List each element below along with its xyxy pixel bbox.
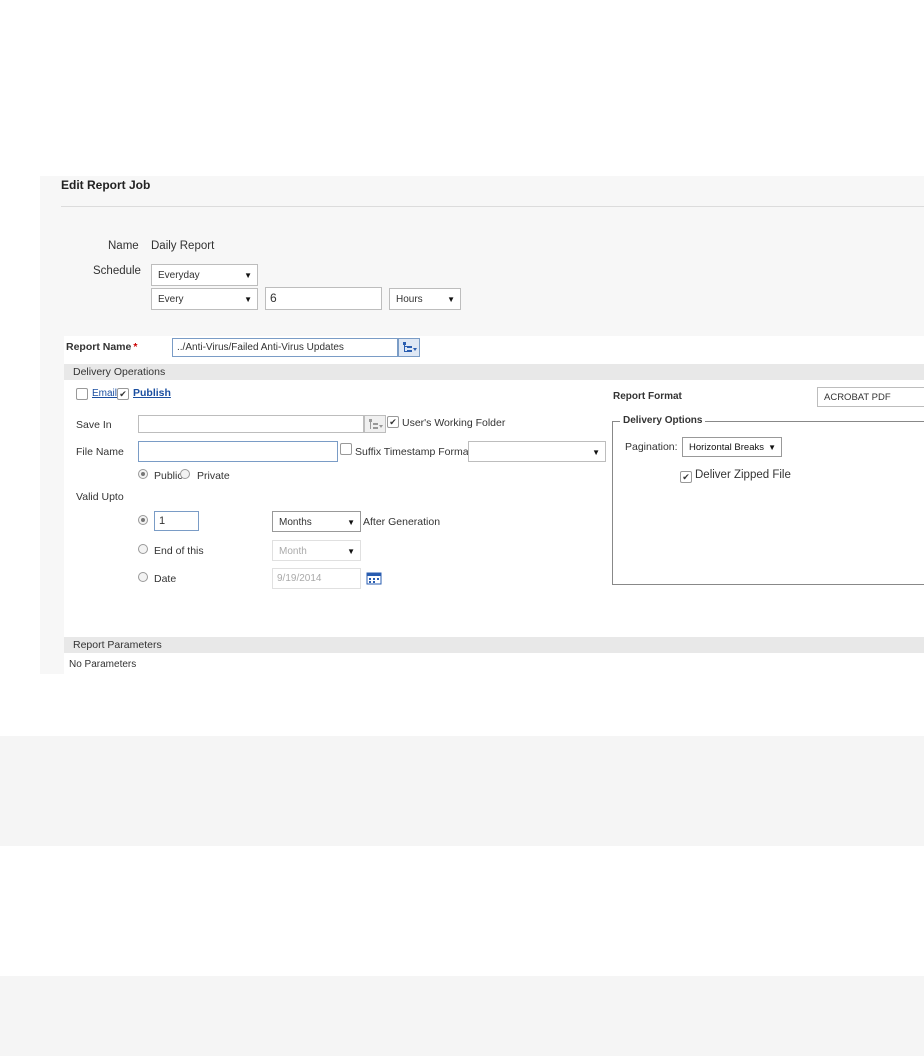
calendar-button[interactable] (366, 572, 382, 585)
public-radio[interactable] (138, 469, 148, 479)
check-icon: ✔ (119, 389, 127, 399)
report-path-input[interactable]: ../Anti-Virus/Failed Anti-Virus Updates (172, 338, 398, 357)
date-input[interactable]: 9/19/2014 (272, 568, 361, 589)
delivery-options-title: Delivery Options (620, 415, 706, 426)
dropdown-arrow-icon: ▼ (447, 295, 455, 304)
pagination-select[interactable]: Horizontal Breaks ▼ (682, 437, 782, 457)
report-browse-button[interactable] (398, 338, 420, 357)
report-parameters-header: Report Parameters (64, 637, 924, 653)
schedule-count-input[interactable]: 6 (265, 287, 382, 310)
deliver-zipped-label: Deliver Zipped File (695, 469, 791, 481)
schedule-every-select[interactable]: Every ▼ (151, 288, 258, 310)
private-radio[interactable] (180, 469, 190, 479)
report-format-value: ACROBAT PDF (824, 392, 891, 403)
delivery-operations-header: Delivery Operations (64, 364, 924, 380)
private-label: Private (197, 470, 230, 482)
deliver-zipped-checkbox[interactable]: ✔ (680, 471, 692, 483)
date-value: 9/19/2014 (277, 573, 322, 584)
save-in-label: Save In (76, 419, 112, 431)
email-checkbox[interactable] (76, 388, 88, 400)
suffix-timestamp-label: Suffix Timestamp Format (355, 446, 472, 458)
schedule-unit-select[interactable]: Hours ▼ (389, 288, 461, 310)
date-label: Date (154, 573, 177, 585)
dropdown-arrow-icon: ▼ (592, 448, 600, 457)
valid-unit-value: Months (279, 517, 312, 528)
publish-link[interactable]: Publish (133, 387, 171, 399)
pagination-value: Horizontal Breaks (689, 442, 764, 453)
schedule-count-value: 6 (270, 291, 277, 305)
end-of-this-label: End of this (154, 545, 204, 557)
footer-band-1 (0, 736, 924, 846)
calendar-icon (366, 572, 382, 585)
schedule-label: Schedule (93, 265, 141, 277)
folder-tree-icon (403, 342, 417, 352)
footer-band-2 (0, 976, 924, 1056)
schedule-frequency-select[interactable]: Everyday ▼ (151, 264, 258, 286)
name-label: Name (108, 240, 139, 252)
publish-checkbox[interactable]: ✔ (117, 388, 129, 400)
report-format-select[interactable]: ACROBAT PDF (817, 387, 924, 407)
report-name-label-text: Report Name (66, 341, 132, 353)
valid-upto-label: Valid Upto (76, 491, 124, 503)
save-in-browse-button[interactable] (364, 415, 386, 433)
dropdown-arrow-icon: ▼ (244, 271, 252, 280)
end-of-this-select[interactable]: Month ▼ (272, 540, 361, 561)
header-divider (61, 206, 924, 207)
public-label: Public (154, 470, 183, 482)
dropdown-arrow-icon: ▼ (347, 518, 355, 527)
report-format-label: Report Format (613, 391, 682, 402)
dropdown-arrow-icon: ▼ (244, 295, 252, 304)
report-path-value: ../Anti-Virus/Failed Anti-Virus Updates (177, 342, 344, 353)
email-link[interactable]: Email (92, 388, 117, 399)
folder-tree-icon (369, 419, 383, 429)
file-name-label: File Name (76, 446, 124, 458)
schedule-frequency-value: Everyday (158, 270, 200, 281)
schedule-every-value: Every (158, 294, 184, 305)
after-generation-label: After Generation (363, 516, 441, 528)
save-in-input[interactable] (138, 415, 364, 433)
schedule-unit-value: Hours (396, 294, 423, 305)
end-of-this-value: Month (279, 546, 307, 557)
valid-count-value: 1 (159, 515, 166, 527)
report-name-label: Report Name * (66, 341, 137, 353)
dropdown-arrow-icon: ▼ (768, 443, 776, 452)
dropdown-arrow-icon: ▼ (347, 547, 355, 556)
users-working-folder-checkbox[interactable]: ✔ (387, 416, 399, 428)
pagination-label: Pagination: (625, 441, 678, 453)
valid-unit-select[interactable]: Months ▼ (272, 511, 361, 532)
valid-count-radio[interactable] (138, 515, 148, 525)
no-parameters-text: No Parameters (69, 659, 137, 670)
check-icon: ✔ (389, 417, 397, 427)
check-icon: ✔ (682, 472, 690, 482)
valid-count-input[interactable]: 1 (154, 511, 199, 531)
name-value: Daily Report (151, 240, 215, 252)
suffix-timestamp-checkbox[interactable] (340, 443, 352, 455)
suffix-timestamp-select[interactable]: ▼ (468, 441, 606, 462)
end-of-this-radio[interactable] (138, 544, 148, 554)
date-radio[interactable] (138, 572, 148, 582)
users-working-folder-label: User's Working Folder (402, 417, 506, 429)
file-name-input[interactable] (138, 441, 338, 462)
required-mark: * (133, 341, 138, 353)
page-title: Edit Report Job (61, 178, 151, 192)
